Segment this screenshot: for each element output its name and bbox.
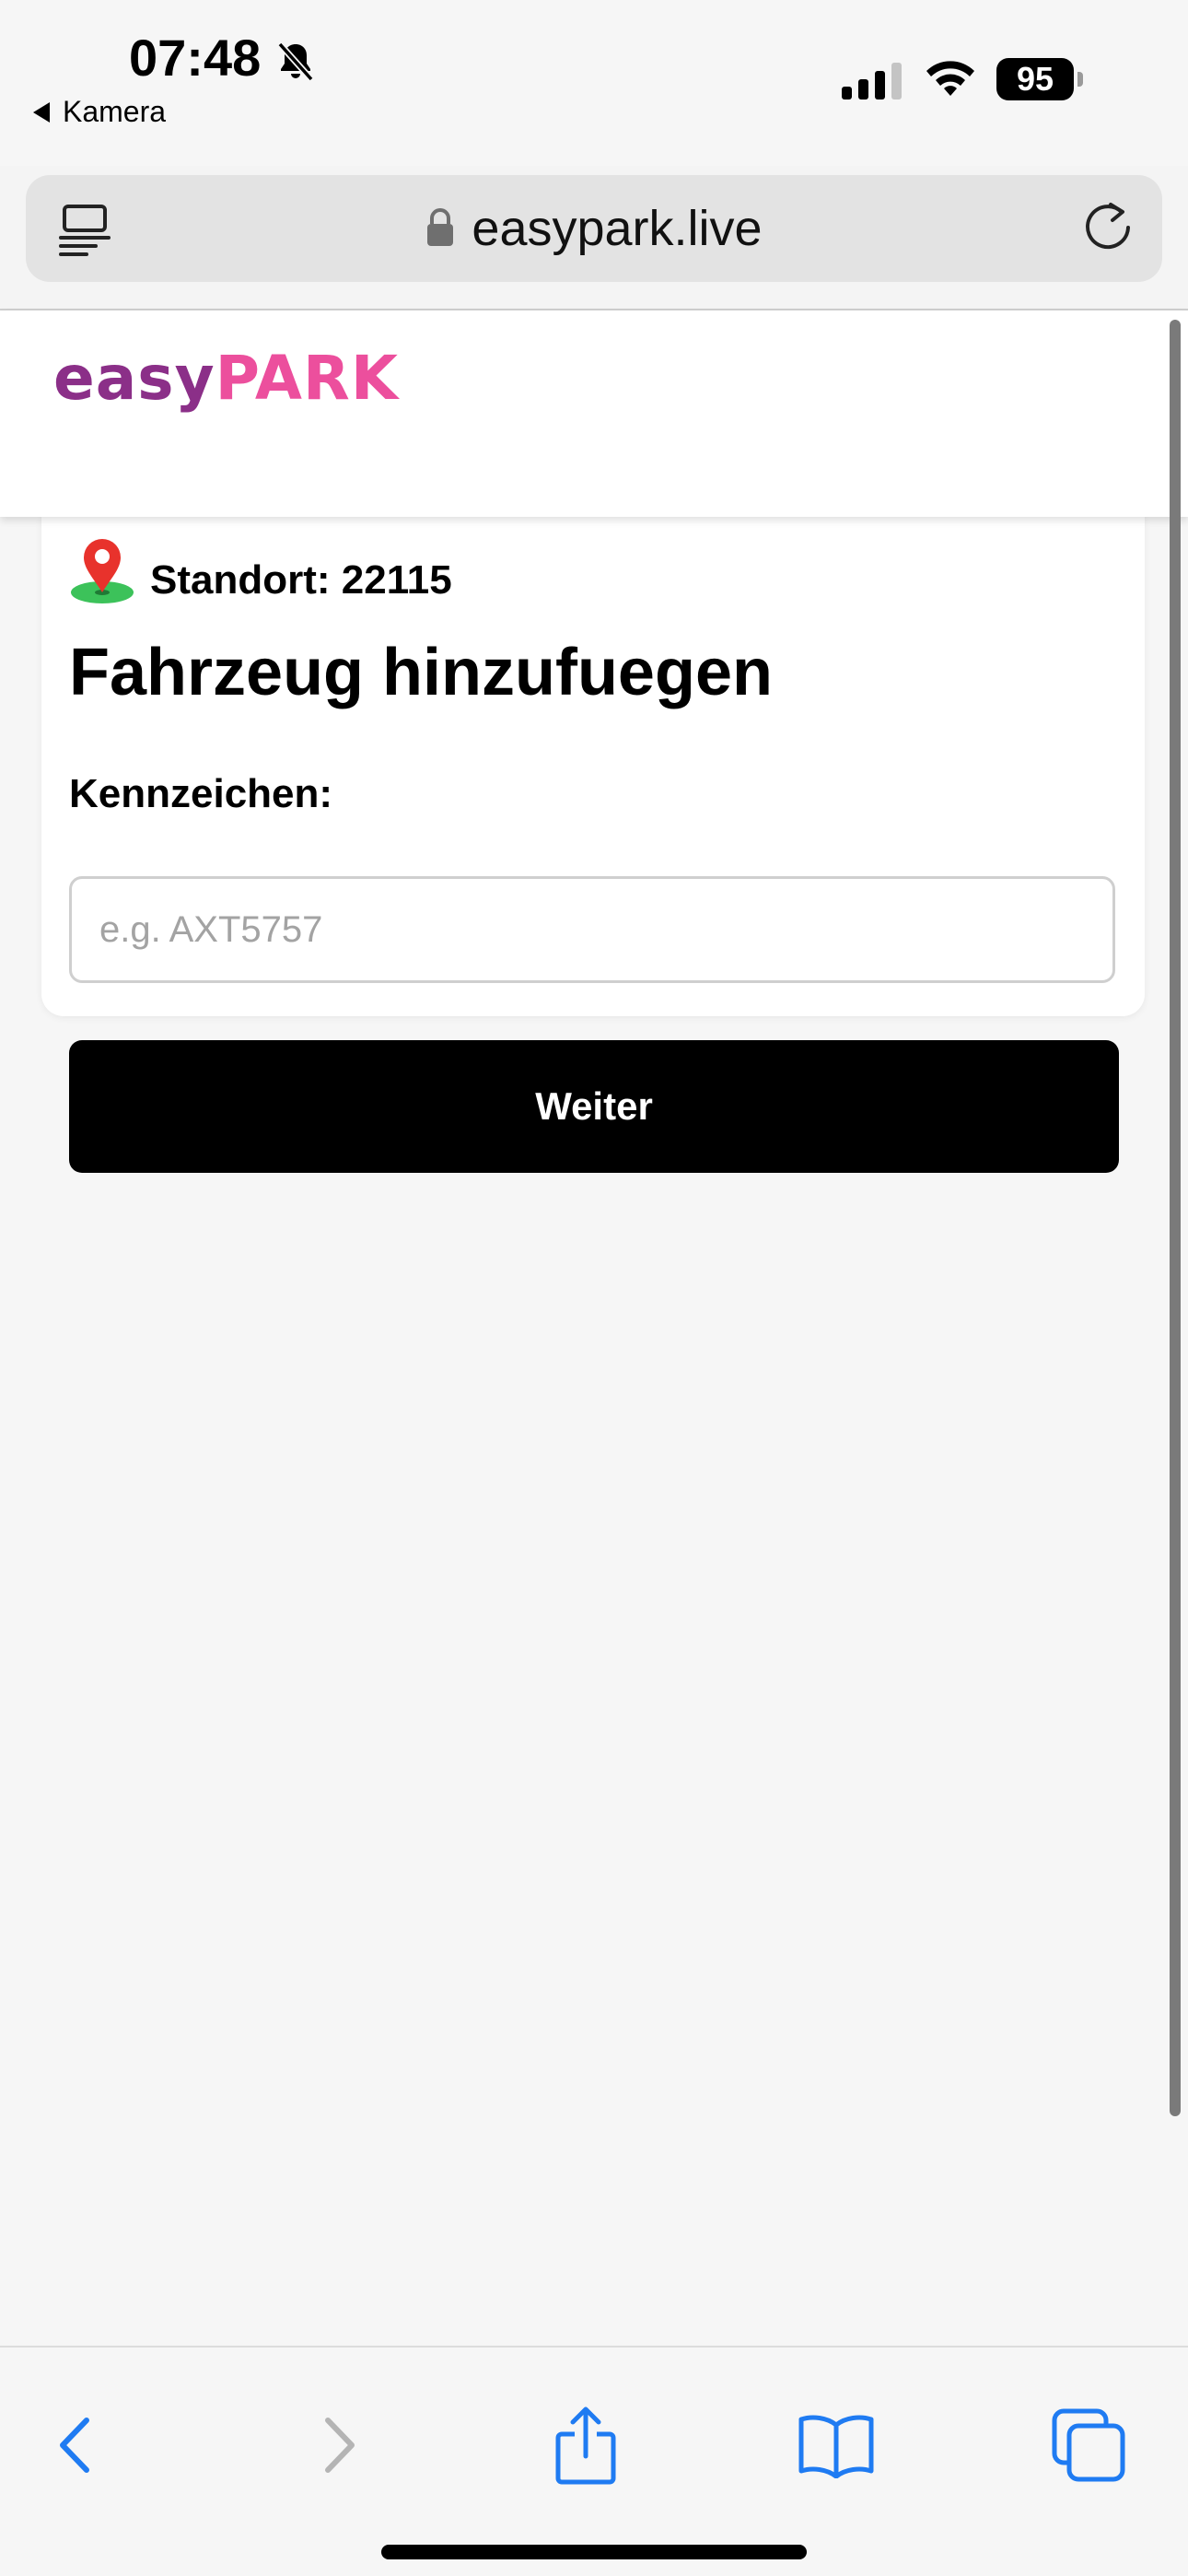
page-title: Fahrzeug hinzufuegen (69, 636, 773, 709)
url-text[interactable]: easypark.live (472, 200, 762, 257)
bell-muted-icon (277, 41, 314, 82)
plate-field-label: Kennzeichen: (69, 771, 333, 816)
battery-cap (1077, 72, 1083, 87)
location-pin-icon (71, 539, 134, 603)
address-bar[interactable]: easypark.live (26, 175, 1162, 282)
tabs-button[interactable] (1042, 2399, 1135, 2491)
battery-indicator: 95 (996, 57, 1083, 101)
logo-text-easy: easy (53, 343, 215, 414)
browser-toolbar (0, 2346, 1188, 2576)
lock-icon (427, 208, 454, 246)
back-triangle-icon (33, 101, 50, 123)
site-header: easyPARK (0, 310, 1188, 517)
back-to-app-link[interactable]: Kamera (33, 95, 166, 129)
reload-icon[interactable] (1079, 199, 1136, 256)
web-page: easyPARK Standort: 22115 Fahrzeug hinzuf… (0, 310, 1188, 2347)
share-button[interactable] (540, 2399, 632, 2491)
back-app-label: Kamera (63, 95, 167, 128)
share-icon (555, 2406, 616, 2485)
signal-icon (842, 63, 902, 100)
license-plate-input[interactable] (69, 876, 1115, 983)
url-display[interactable]: easypark.live (26, 175, 1162, 282)
status-time: 07:48 (129, 29, 262, 87)
bookmarks-icon (798, 2415, 874, 2478)
tabs-icon (1052, 2408, 1125, 2482)
bookmarks-button[interactable] (790, 2399, 882, 2491)
continue-button[interactable]: Weiter (69, 1040, 1119, 1173)
logo-text-park: PARK (215, 343, 399, 414)
back-button[interactable] (31, 2399, 123, 2491)
page-scrollbar[interactable] (1170, 320, 1181, 2116)
easypark-logo[interactable]: easyPARK (53, 347, 399, 409)
add-vehicle-card: Standort: 22115 Fahrzeug hinzufuegen Ken… (41, 495, 1145, 1173)
battery-level: 95 (996, 58, 1074, 100)
location-row: Standort: 22115 (67, 535, 452, 605)
forward-button[interactable] (291, 2399, 383, 2491)
back-icon (60, 2418, 89, 2473)
home-indicator[interactable] (381, 2545, 807, 2559)
forward-icon (325, 2418, 355, 2473)
location-label: Standort: 22115 (150, 557, 452, 603)
phone-screen: 07:48 Kamera 95 easypark.live easyPARK S… (0, 0, 1188, 2576)
status-bar: 07:48 Kamera 95 (0, 0, 1188, 166)
wifi-icon (926, 61, 974, 96)
